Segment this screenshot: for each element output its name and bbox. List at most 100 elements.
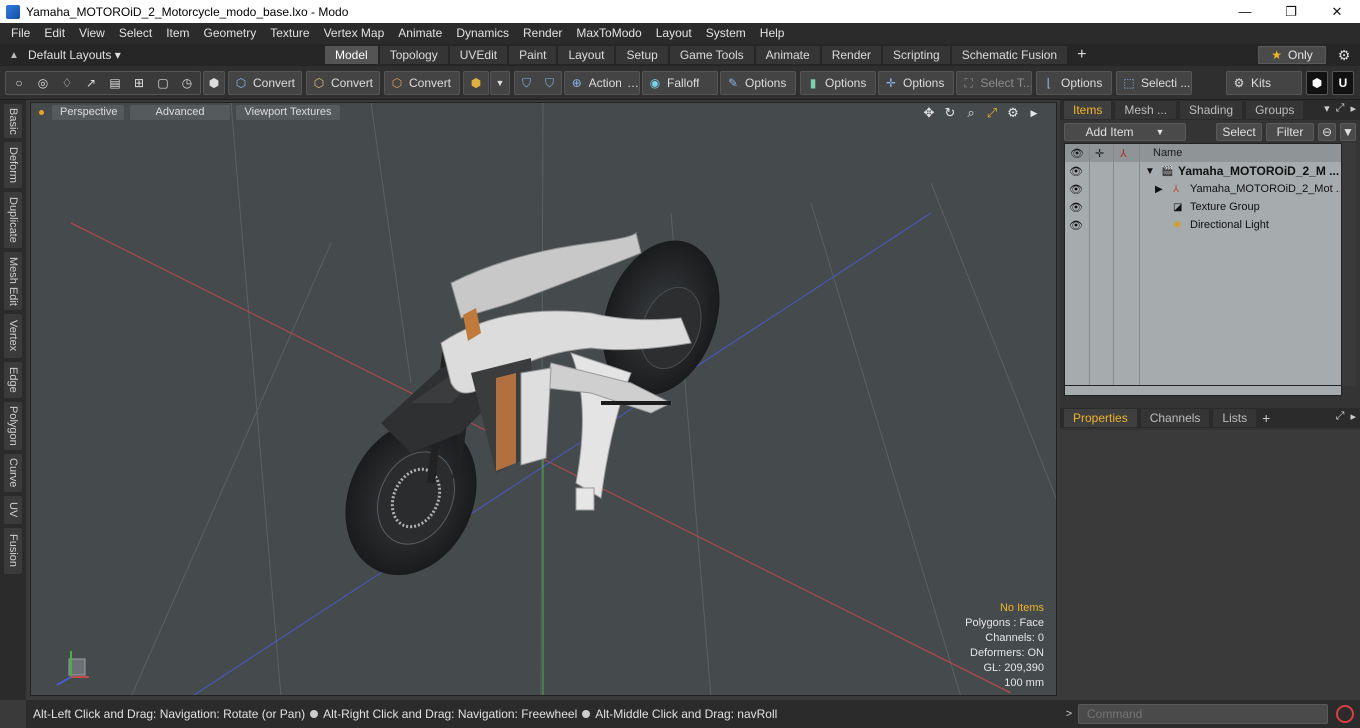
viewport-menu-dot-icon[interactable] [39,109,44,115]
command-input[interactable] [1078,704,1328,724]
unity-icon[interactable]: ⬢ [1306,71,1328,95]
render-options-button[interactable]: ⌊ Options [1036,71,1112,95]
falloff-options-button[interactable]: ✎ Options [720,71,796,95]
panel-more-icon[interactable]: ▸ [1350,410,1356,423]
item-tree[interactable]: 👁 ✛ ⅄ Name 👁 ▼ 🎬 Yamaha_MOTOROiD_2_M ...… [1064,143,1342,386]
kits-button[interactable]: ⚙ Kits [1226,71,1302,95]
tree-row-texture-group[interactable]: 👁 ◪ Texture Group [1065,198,1341,216]
tab-uvedit[interactable]: UVEdit [449,46,508,64]
add-tab-icon[interactable]: + [1069,46,1094,64]
maximize-button[interactable]: ❐ [1268,0,1314,23]
vertex-mode-icon[interactable]: ○ [11,75,27,91]
tab-render[interactable]: Render [821,46,882,64]
filter-button[interactable]: Filter [1266,123,1314,141]
pivot-mode-icon[interactable]: ◷ [179,75,195,91]
snapping-options-button[interactable]: ▮ Options [800,71,876,95]
rotate-icon[interactable]: ↻ [942,105,958,121]
minimize-button[interactable]: — [1222,0,1268,23]
funnel-icon[interactable]: ▼ [1340,123,1356,141]
snap-icon[interactable]: ⛉ [542,75,557,91]
tab-game-tools[interactable]: Game Tools [669,46,754,64]
material-mode-icon[interactable]: ▢ [155,75,171,91]
shield-icon[interactable]: ⬢ [203,71,225,95]
tab-mesh-ops[interactable]: Mesh ... [1115,101,1177,119]
collapse-arrow-icon[interactable]: ▶ [1155,184,1163,195]
edge-mode-icon[interactable]: ↗ [83,75,99,91]
menu-view[interactable]: View [72,23,112,44]
menu-system[interactable]: System [699,23,753,44]
default-layouts-dropdown[interactable]: Default Layouts ▾ [28,48,128,62]
tab-curve[interactable]: Curve [4,454,22,492]
tab-channels[interactable]: Channels [1140,409,1210,427]
tree-vertical-scrollbar[interactable] [1342,143,1356,386]
menu-vertex-map[interactable]: Vertex Map [317,23,392,44]
panel-dropdown-icon[interactable]: ▾ [1324,102,1330,115]
tab-layout[interactable]: Layout [558,46,615,64]
polygon-mode-icon[interactable]: ▤ [107,75,123,91]
tree-row-directional-light[interactable]: 👁 ✺ Directional Light [1065,216,1341,234]
perspective-button[interactable]: Perspective [52,104,124,120]
workplane-options-button[interactable]: ✛ Options [878,71,954,95]
tab-shading[interactable]: Shading [1180,101,1243,119]
add-item-button[interactable]: Add Item ▼ [1064,123,1186,141]
gear-icon[interactable]: ⚙ [1334,46,1354,64]
tab-duplicate[interactable]: Duplicate [4,192,22,248]
tab-model[interactable]: Model [325,46,378,64]
tree-row-mesh[interactable]: 👁 ▶ ⅄ Yamaha_MOTOROiD_2_Mot ... [1065,180,1341,198]
eye-icon[interactable]: 👁 [1069,201,1083,214]
menu-layout[interactable]: Layout [649,23,699,44]
tab-uv[interactable]: UV [4,496,22,524]
collapse-icon[interactable]: ⊖ [1318,123,1336,141]
menu-texture[interactable]: Texture [263,23,316,44]
tab-items[interactable]: Items [1064,101,1112,119]
tab-lists[interactable]: Lists [1213,409,1257,427]
only-toggle[interactable]: ★ Only [1258,46,1326,64]
tree-row-scene[interactable]: 👁 ▼ 🎬 Yamaha_MOTOROiD_2_M ... [1065,162,1341,180]
panel-expand-icon[interactable]: ⤢ [1336,410,1345,423]
item-mode-icon[interactable]: ⊞ [131,75,147,91]
eye-icon[interactable]: 👁 [1069,219,1083,232]
selection-sets-button[interactable]: ⬚ Selecti ... [1116,71,1192,95]
eye-icon[interactable]: 👁 [1069,165,1083,178]
select-button[interactable]: Select [1216,123,1262,141]
panel-more-icon[interactable]: ▸ [1350,102,1356,115]
menu-geometry[interactable]: Geometry [197,23,264,44]
3d-viewport[interactable]: Perspective Advanced Viewport Textures ✥… [30,102,1057,696]
eye-icon[interactable]: 👁 [1069,183,1083,196]
tab-fusion[interactable]: Fusion [4,528,22,574]
tab-deform[interactable]: Deform [4,142,22,188]
tab-edge[interactable]: Edge [4,362,22,398]
tab-vertex[interactable]: Vertex [4,314,22,358]
tab-groups[interactable]: Groups [1246,101,1304,119]
menu-maxtomodo[interactable]: MaxToModo [569,23,648,44]
chevron-down-icon[interactable]: ▼ [490,71,510,95]
maximize-viewport-icon[interactable]: ⤢ [984,105,1000,121]
convert-button-1[interactable]: ⬡ Convert [228,71,302,95]
tab-paint[interactable]: Paint [509,46,557,64]
convert-button-3[interactable]: ⬡ Convert [384,71,460,95]
viewport-settings-icon[interactable]: ⚙ [1005,105,1021,121]
menu-file[interactable]: File [4,23,37,44]
menu-edit[interactable]: Edit [37,23,72,44]
pen-icon[interactable]: ♢ [59,75,75,91]
falloff-button[interactable]: ◉ Falloff [642,71,718,95]
add-tab-icon[interactable]: + [1262,410,1270,426]
tree-horizontal-scrollbar[interactable] [1064,386,1342,396]
symmetry-icon[interactable]: ⛉ [519,75,534,91]
globe-icon[interactable]: ◎ [35,75,51,91]
record-macro-icon[interactable] [1336,705,1354,723]
action-center-button[interactable]: ⊕ Action … [564,71,640,95]
select-through-button[interactable]: ⛶ Select T... [956,71,1032,95]
menu-item[interactable]: Item [159,23,196,44]
panel-expand-icon[interactable]: ⤢ [1336,102,1345,115]
collapse-arrow-icon[interactable]: ▲ [0,50,28,61]
viewport-more-icon[interactable]: ▶ [1026,105,1042,121]
zoom-icon[interactable]: ⌕ [963,105,979,121]
box-icon[interactable]: ⬢ [463,71,489,95]
menu-render[interactable]: Render [516,23,569,44]
tab-animate[interactable]: Animate [755,46,820,64]
convert-button-2[interactable]: ⬡ Convert [306,71,380,95]
menu-select[interactable]: Select [112,23,159,44]
tab-setup[interactable]: Setup [616,46,668,64]
menu-dynamics[interactable]: Dynamics [449,23,516,44]
